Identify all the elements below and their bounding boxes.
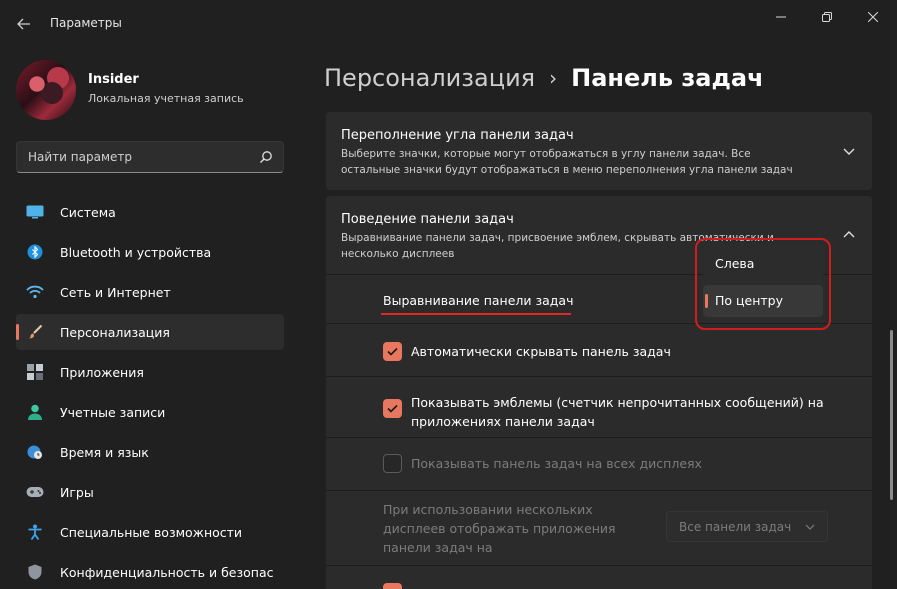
all-displays-row[interactable]: Показывать панель задач на всех дисплеях bbox=[326, 438, 872, 490]
sidebar-item-apps[interactable]: Приложения bbox=[16, 354, 284, 390]
settings-window: Параметры Insider Локальная учетная запи… bbox=[0, 0, 897, 589]
sidebar-item-system[interactable]: Система bbox=[16, 194, 284, 230]
multi-display-select[interactable]: Все панели задач bbox=[666, 511, 828, 542]
sidebar-item-label: Bluetooth и устройства bbox=[60, 245, 212, 260]
account-type: Локальная учетная запись bbox=[88, 92, 244, 105]
scrollbar[interactable] bbox=[890, 330, 893, 500]
next-row-partial[interactable] bbox=[326, 566, 872, 589]
sidebar-item-label: Игры bbox=[60, 485, 94, 500]
checkmark-icon bbox=[387, 404, 398, 413]
all-displays-checkbox[interactable] bbox=[383, 454, 402, 473]
shield-icon bbox=[26, 564, 44, 580]
close-button[interactable] bbox=[850, 4, 896, 30]
brush-icon bbox=[26, 324, 44, 340]
sidebar-item-personalization[interactable]: Персонализация bbox=[16, 314, 284, 350]
auto-hide-checkbox[interactable] bbox=[383, 342, 402, 361]
sidebar-item-network[interactable]: Сеть и Интернет bbox=[16, 274, 284, 310]
partial-checkbox[interactable] bbox=[383, 583, 402, 589]
gamepad-icon bbox=[26, 484, 44, 500]
back-button[interactable] bbox=[10, 10, 38, 38]
avatar[interactable] bbox=[16, 60, 76, 120]
multi-display-label: При использовании нескольких дисплеев от… bbox=[383, 502, 616, 555]
chevron-down-icon bbox=[805, 524, 815, 530]
search-icon[interactable] bbox=[259, 150, 273, 164]
option-label: Слева bbox=[715, 256, 755, 271]
sidebar-item-label: Приложения bbox=[60, 365, 144, 380]
all-displays-label: Показывать панель задач на всех дисплеях bbox=[411, 456, 702, 471]
multi-display-select-value: Все панели задач bbox=[679, 520, 792, 534]
minimize-button[interactable] bbox=[758, 4, 804, 30]
auto-hide-row[interactable]: Автоматически скрывать панель задач bbox=[326, 324, 872, 376]
person-icon bbox=[26, 404, 44, 420]
sidebar-item-time-language[interactable]: Время и язык bbox=[16, 434, 284, 470]
breadcrumb-separator: › bbox=[549, 66, 558, 90]
checkmark-icon bbox=[387, 347, 398, 356]
breadcrumb: Персонализация › Панель задач bbox=[324, 58, 764, 98]
sidebar-item-accounts[interactable]: Учетные записи bbox=[16, 394, 284, 430]
sidebar-item-gaming[interactable]: Игры bbox=[16, 474, 284, 510]
apps-icon bbox=[26, 364, 44, 380]
title-bar: Параметры bbox=[0, 0, 897, 48]
sidebar-item-label: Система bbox=[60, 205, 116, 220]
badges-label: Показывать эмблемы (счетчик непрочитанны… bbox=[411, 395, 824, 429]
minimize-icon bbox=[776, 16, 786, 18]
close-icon bbox=[868, 12, 878, 22]
alignment-option-left[interactable]: Слева bbox=[703, 248, 823, 280]
chevron-up-icon[interactable] bbox=[842, 228, 856, 242]
app-title: Параметры bbox=[50, 16, 122, 30]
sidebar-item-label: Сеть и Интернет bbox=[60, 285, 171, 300]
accessibility-icon bbox=[26, 524, 44, 540]
page-title: Панель задач bbox=[571, 64, 764, 92]
overflow-card-description: Выберите значки, которые могут отображат… bbox=[341, 148, 793, 176]
sidebar-item-accessibility[interactable]: Специальные возможности bbox=[16, 514, 284, 550]
option-label: По центру bbox=[715, 293, 784, 308]
arrow-left-icon bbox=[17, 18, 30, 30]
search-box[interactable] bbox=[16, 141, 284, 173]
sidebar-item-label: Специальные возможности bbox=[60, 525, 243, 540]
alignment-label: Выравнивание панели задач bbox=[383, 293, 574, 308]
search-input[interactable] bbox=[17, 142, 283, 172]
sidebar-nav: Система Bluetooth и устройства Сеть и Ин… bbox=[16, 194, 284, 589]
annotation-underline bbox=[381, 313, 571, 315]
sidebar-item-label: Время и язык bbox=[60, 445, 149, 460]
restore-button[interactable] bbox=[804, 4, 850, 30]
behavior-card-title: Поведение панели задач bbox=[341, 212, 514, 227]
overflow-card[interactable]: Переполнение угла панели задач Выберите … bbox=[326, 112, 872, 190]
sidebar-item-privacy[interactable]: Конфиденциальность и безопас bbox=[16, 554, 284, 589]
badges-checkbox[interactable] bbox=[383, 399, 402, 418]
bluetooth-icon bbox=[26, 244, 44, 260]
sidebar-item-label: Персонализация bbox=[60, 325, 170, 340]
wifi-icon bbox=[26, 284, 44, 300]
chevron-down-icon[interactable] bbox=[842, 144, 856, 158]
sidebar-item-bluetooth[interactable]: Bluetooth и устройства bbox=[16, 234, 284, 270]
alignment-dropdown: Слева По центру bbox=[703, 244, 823, 322]
sidebar-item-label: Учетные записи bbox=[60, 405, 166, 420]
badges-row[interactable]: Показывать эмблемы (счетчик непрочитанны… bbox=[326, 377, 872, 437]
overflow-card-title: Переполнение угла панели задач bbox=[341, 128, 574, 143]
breadcrumb-parent[interactable]: Персонализация bbox=[324, 64, 535, 92]
auto-hide-label: Автоматически скрывать панель задач bbox=[411, 344, 671, 359]
sidebar-item-label: Конфиденциальность и безопас bbox=[60, 565, 274, 580]
restore-icon bbox=[822, 12, 832, 22]
alignment-option-center[interactable]: По центру bbox=[703, 285, 823, 317]
user-name: Insider bbox=[88, 72, 139, 87]
system-icon bbox=[26, 204, 44, 220]
globe-clock-icon bbox=[26, 444, 44, 460]
